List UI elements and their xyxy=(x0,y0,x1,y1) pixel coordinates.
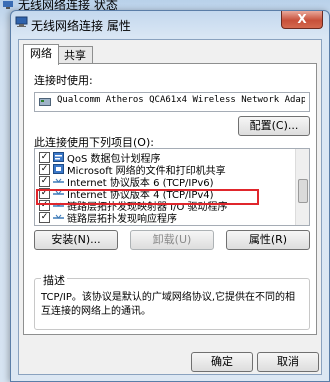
item-checkbox[interactable]: ✓ xyxy=(39,164,50,175)
list-scrollbar[interactable] xyxy=(295,149,309,225)
connect-using-label: 连接时使用: xyxy=(34,74,93,87)
ipv4-highlight-box xyxy=(36,189,259,205)
item-checkbox[interactable]: ✓ xyxy=(39,212,50,223)
description-text: TCP/IP。该协议是默认的广域网络协议,它提供在不同的相互连接的网络上的通讯。 xyxy=(41,292,296,317)
cancel-button[interactable]: 取消 xyxy=(257,352,319,372)
item-checkbox[interactable]: ✓ xyxy=(39,152,50,163)
description-group: 描述 TCP/IP。该协议是默认的广域网络协议,它提供在不同的相互连接的网络上的… xyxy=(34,272,310,330)
uninstall-button[interactable]: 卸载(U) xyxy=(130,230,214,250)
ok-button[interactable]: 确定 xyxy=(191,352,253,372)
adapter-icon xyxy=(39,98,51,106)
dialog-body: 网络 共享 连接时使用: Qualcomm Atheros QCA61x4 Wi… xyxy=(18,39,322,375)
tab-sharing[interactable]: 共享 xyxy=(57,46,93,64)
description-title: 描述 xyxy=(41,272,67,288)
dialog-title: 无线网络连接 属性 xyxy=(31,19,131,33)
share-icon xyxy=(53,164,64,174)
network-icon xyxy=(3,1,13,9)
item-checkbox[interactable]: ✓ xyxy=(39,176,50,187)
configure-button[interactable]: 配置(C)... xyxy=(238,116,310,136)
qos-icon xyxy=(53,152,64,162)
close-button[interactable]: X xyxy=(281,11,323,29)
items-list[interactable]: ✓ QoS 数据包计划程序 ✓ Microsoft 网络的文件和打印机共享 ✓ … xyxy=(34,148,310,226)
adapter-field: Qualcomm Atheros QCA61x4 Wireless Networ… xyxy=(34,92,310,112)
protocol-icon xyxy=(53,214,64,219)
item-label: 链路层拓扑发现响应程序 xyxy=(67,214,177,225)
properties-button[interactable]: 属性(R) xyxy=(226,230,310,250)
protocol-icon xyxy=(53,178,64,183)
scrollbar-thumb[interactable] xyxy=(298,179,308,203)
network-icon xyxy=(15,16,28,27)
install-button[interactable]: 安装(N)... xyxy=(34,230,118,250)
adapter-name: Qualcomm Atheros QCA61x4 Wireless Networ… xyxy=(57,95,305,105)
tab-network[interactable]: 网络 xyxy=(23,44,59,65)
list-item[interactable]: ✓ 链路层拓扑发现响应程序 xyxy=(37,211,295,225)
